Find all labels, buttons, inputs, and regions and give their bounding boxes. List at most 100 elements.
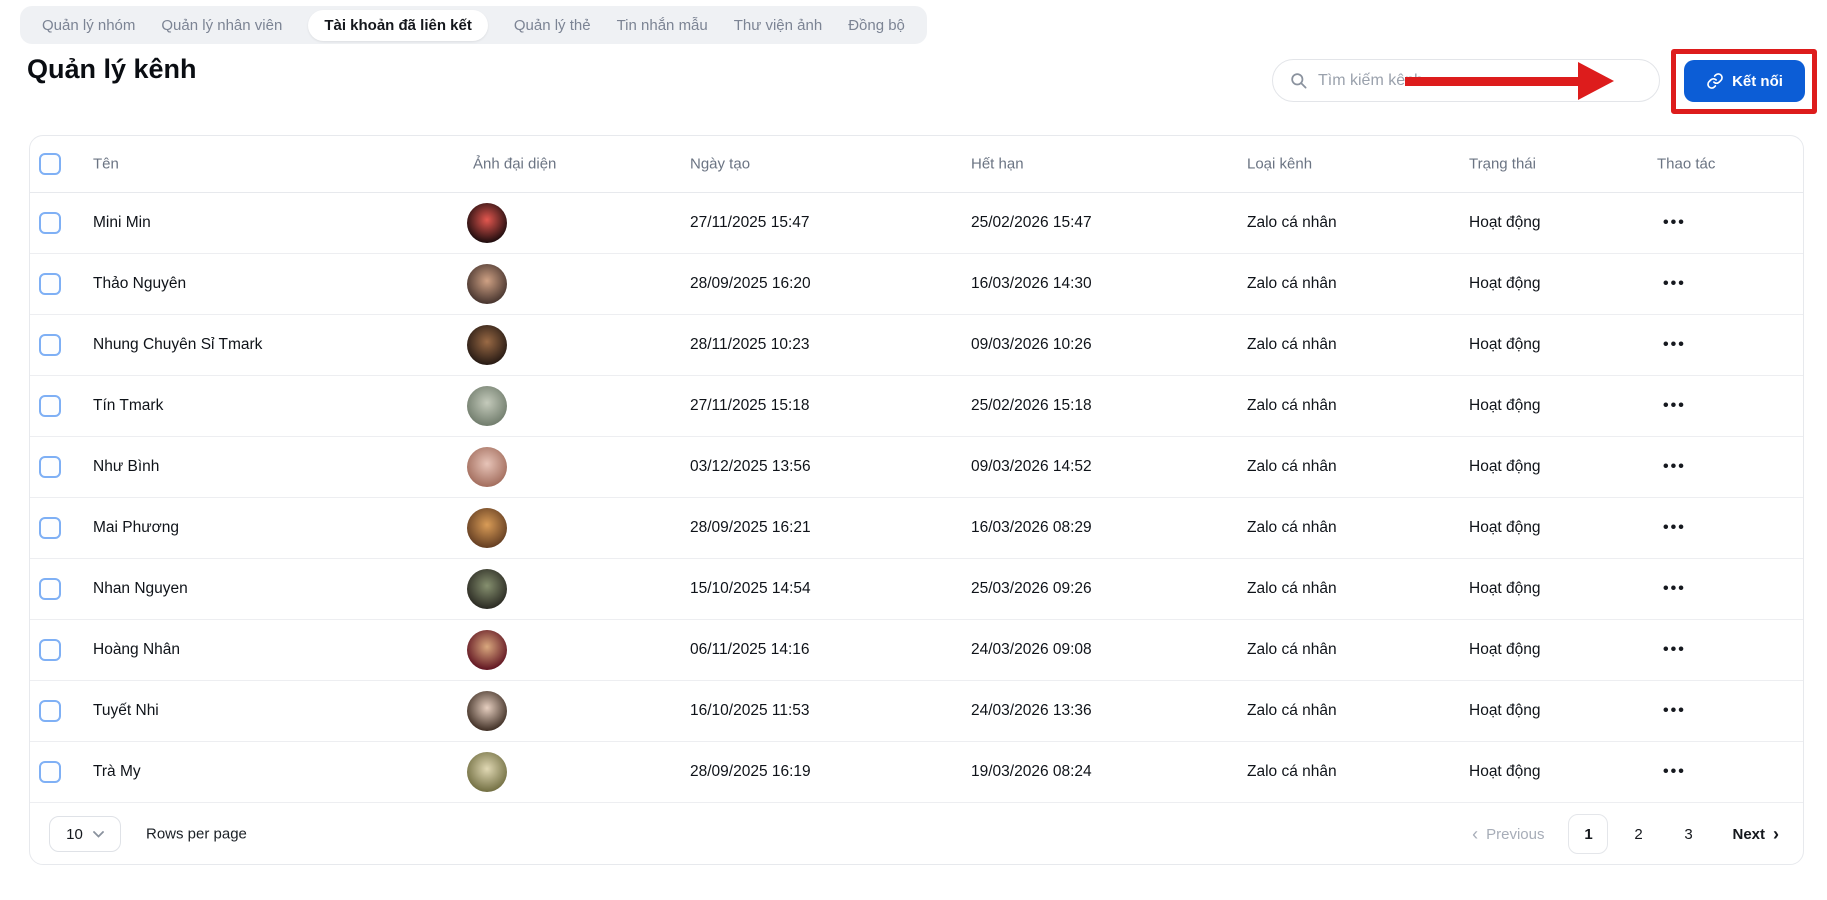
channel-type: Zalo cá nhân [1247, 336, 1337, 354]
table-row: Nhung Chuyên Sỉ Tmark 28/11/2025 10:23 0… [30, 315, 1803, 376]
table-footer: 10 Rows per page ‹ Previous 1 2 3 Next › [30, 803, 1803, 865]
row-checkbox[interactable] [39, 395, 61, 417]
table-row: Mai Phương 28/09/2025 16:21 16/03/2026 0… [30, 498, 1803, 559]
rows-per-page-select[interactable]: 10 [49, 816, 121, 852]
tab-item[interactable]: Quản lý nhóm [42, 17, 135, 34]
tab-label: Quản lý nhóm [42, 17, 135, 34]
status-label: Hoạt động [1469, 275, 1541, 293]
chevron-down-icon [93, 831, 104, 838]
row-actions-menu-icon[interactable]: ••• [1663, 641, 1686, 659]
avatar [467, 264, 507, 304]
row-checkbox[interactable] [39, 334, 61, 356]
tab-label: Tin nhắn mẫu [617, 17, 708, 34]
connect-button[interactable]: Kết nối [1684, 60, 1805, 102]
row-checkbox[interactable] [39, 517, 61, 539]
table-row: Trà My 28/09/2025 16:19 19/03/2026 08:24… [30, 742, 1803, 803]
row-actions-menu-icon[interactable]: ••• [1663, 580, 1686, 598]
avatar [467, 630, 507, 670]
expiry-date: 09/03/2026 10:26 [971, 336, 1092, 354]
pagination: ‹ Previous 1 2 3 Next › [1472, 803, 1779, 865]
column-header-type: Loại kênh [1247, 156, 1312, 173]
avatar [467, 386, 507, 426]
page-number-button[interactable]: 1 [1568, 814, 1608, 854]
table-row: Nhan Nguyen 15/10/2025 14:54 25/03/2026 … [30, 559, 1803, 620]
row-actions-menu-icon[interactable]: ••• [1663, 397, 1686, 415]
table-header: Tên Ảnh đại diện Ngày tạo Hết hạn Loại k… [30, 136, 1803, 193]
status-label: Hoạt động [1469, 458, 1541, 476]
created-date: 28/09/2025 16:19 [690, 763, 811, 781]
tab-item[interactable]: Quản lý nhân viên [161, 17, 282, 34]
created-date: 27/11/2025 15:47 [690, 214, 810, 232]
status-label: Hoạt động [1469, 702, 1541, 720]
table-row: Tín Tmark 27/11/2025 15:18 25/02/2026 15… [30, 376, 1803, 437]
chevron-right-icon: › [1773, 825, 1779, 843]
channel-name: Nhung Chuyên Sỉ Tmark [93, 336, 262, 354]
created-date: 16/10/2025 11:53 [690, 702, 810, 720]
tab-bar: Quản lý nhóm Quản lý nhân viên Tài khoản… [20, 6, 927, 44]
select-all-checkbox[interactable] [39, 153, 61, 175]
avatar [467, 569, 507, 609]
status-label: Hoạt động [1469, 397, 1541, 415]
tab-label: Tài khoản đã liên kết [324, 17, 472, 34]
channel-type: Zalo cá nhân [1247, 275, 1337, 293]
channel-name: Hoàng Nhân [93, 641, 180, 659]
tab-item[interactable]: Thư viện ảnh [734, 17, 822, 34]
created-date: 28/09/2025 16:21 [690, 519, 811, 537]
annotation-arrow-line [1405, 77, 1581, 86]
channel-type: Zalo cá nhân [1247, 397, 1337, 415]
row-checkbox[interactable] [39, 761, 61, 783]
row-checkbox[interactable] [39, 273, 61, 295]
row-actions-menu-icon[interactable]: ••• [1663, 458, 1686, 476]
status-label: Hoạt động [1469, 519, 1541, 537]
row-checkbox[interactable] [39, 212, 61, 234]
status-label: Hoạt động [1469, 580, 1541, 598]
tab-item[interactable]: Đồng bộ [848, 17, 905, 34]
chevron-left-icon: ‹ [1472, 825, 1478, 843]
channel-name: Như Bình [93, 458, 159, 476]
row-actions-menu-icon[interactable]: ••• [1663, 702, 1686, 720]
status-label: Hoạt động [1469, 214, 1541, 232]
created-date: 06/11/2025 14:16 [690, 641, 810, 659]
next-page-button[interactable]: Next › [1732, 825, 1779, 843]
tab-item[interactable]: Tài khoản đã liên kết [308, 10, 488, 41]
row-actions-menu-icon[interactable]: ••• [1663, 214, 1686, 232]
channel-type: Zalo cá nhân [1247, 214, 1337, 232]
row-actions-menu-icon[interactable]: ••• [1663, 336, 1686, 354]
row-checkbox[interactable] [39, 578, 61, 600]
channel-type: Zalo cá nhân [1247, 763, 1337, 781]
expiry-date: 24/03/2026 13:36 [971, 702, 1092, 720]
row-checkbox[interactable] [39, 456, 61, 478]
created-date: 28/11/2025 10:23 [690, 336, 810, 354]
page-number-label: 1 [1584, 826, 1592, 843]
tab-label: Quản lý thẻ [514, 17, 591, 34]
channel-name: Tuyết Nhi [93, 702, 159, 720]
row-checkbox[interactable] [39, 700, 61, 722]
tab-item[interactable]: Quản lý thẻ [514, 17, 591, 34]
avatar [467, 325, 507, 365]
column-header-status: Trạng thái [1469, 156, 1536, 173]
column-header-avatar: Ảnh đại diện [473, 156, 556, 173]
table-row: Thảo Nguyên 28/09/2025 16:20 16/03/2026 … [30, 254, 1803, 315]
avatar [467, 752, 507, 792]
page-number-button[interactable]: 2 [1618, 814, 1658, 854]
avatar [467, 691, 507, 731]
row-actions-menu-icon[interactable]: ••• [1663, 763, 1686, 781]
previous-page-button[interactable]: ‹ Previous [1472, 825, 1544, 843]
created-date: 15/10/2025 14:54 [690, 580, 811, 598]
channel-name: Thảo Nguyên [93, 275, 186, 293]
page-number-label: 3 [1684, 826, 1692, 843]
avatar [467, 508, 507, 548]
channel-name: Trà My [93, 763, 141, 781]
created-date: 03/12/2025 13:56 [690, 458, 811, 476]
row-checkbox[interactable] [39, 639, 61, 661]
created-date: 27/11/2025 15:18 [690, 397, 810, 415]
expiry-date: 25/02/2026 15:47 [971, 214, 1092, 232]
row-actions-menu-icon[interactable]: ••• [1663, 519, 1686, 537]
row-actions-menu-icon[interactable]: ••• [1663, 275, 1686, 293]
tab-label: Thư viện ảnh [734, 17, 822, 34]
channel-name: Mini Min [93, 214, 151, 232]
tab-item[interactable]: Tin nhắn mẫu [617, 17, 708, 34]
page-number-button[interactable]: 3 [1668, 814, 1708, 854]
page-number-label: 2 [1634, 826, 1642, 843]
status-label: Hoạt động [1469, 641, 1541, 659]
